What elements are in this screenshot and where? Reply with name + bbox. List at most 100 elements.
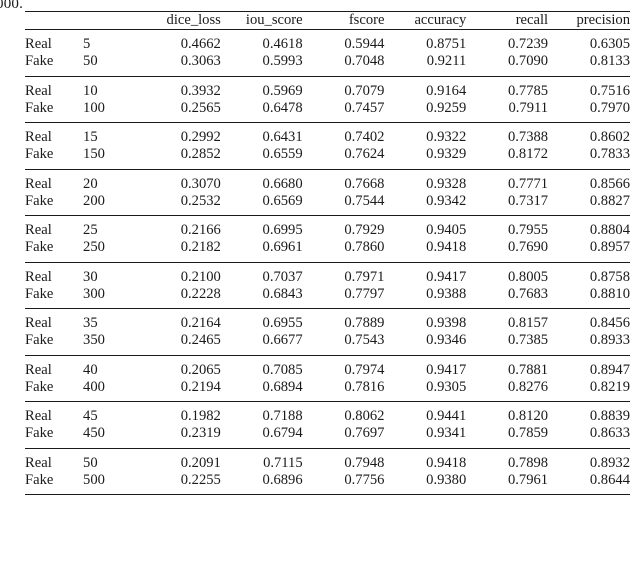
cell-recall: 0.7388	[466, 122, 549, 146]
cell-fscore: 0.7971	[302, 261, 385, 286]
cell-iou-score: 0.7188	[220, 401, 303, 425]
cell-dice-loss: 0.3070	[139, 168, 221, 193]
row-epoch-value: 200	[83, 192, 105, 209]
row-epoch-value: 400	[83, 378, 105, 395]
bottom-rule-cell	[25, 494, 84, 495]
cell-iou-score: 0.4618	[220, 29, 303, 53]
header-spacer-cell	[25, 11, 84, 30]
table-row: Real 50 0.2091 0.7115 0.7948 0.9418 0.7898 0.89…	[25, 447, 630, 472]
cell-fscore: 0.8062	[302, 401, 385, 425]
cell-recall: 0.8120	[466, 401, 549, 425]
row-epoch-value: 50	[83, 53, 98, 69]
table-row: Real 20 0.3070 0.6680 0.7668 0.9328 0.7771 0.85…	[25, 168, 630, 193]
row-epoch-value: 20	[83, 168, 140, 193]
bottom-rule-cell	[83, 494, 140, 495]
cell-iou-score: 0.6431	[220, 122, 303, 146]
column-header-fscore: fscore	[302, 11, 385, 30]
cell-iou-score: 0.6569	[262, 192, 303, 209]
row-epoch-value: 50	[83, 447, 140, 472]
cell-accuracy: 0.8751	[384, 29, 467, 53]
table-row: Fake 50 0.3063 0.5993 0.7048 0.9211 0.7090 0.81…	[25, 53, 630, 76]
bottom-rule-cell	[548, 494, 630, 495]
cell-accuracy: 0.9342	[426, 192, 467, 209]
row-epoch-value: 10	[83, 75, 140, 100]
cell-dice-loss: 0.2465	[180, 332, 221, 348]
cell-recall: 0.7881	[466, 354, 549, 379]
cell-precision: 0.8758	[548, 261, 630, 286]
cell-accuracy: 0.9322	[384, 122, 467, 146]
cell-iou-score: 0.6478	[262, 99, 303, 116]
cell-iou-score: 0.6961	[262, 239, 303, 255]
cell-dice-loss: 0.2194	[180, 378, 221, 395]
row-kind-label: Fake	[25, 285, 54, 302]
table-row: Fake 500 0.2255 0.6896 0.7756 0.9380 0.7961 0.8…	[25, 472, 630, 495]
cell-fscore: 0.7697	[344, 425, 385, 441]
cell-fscore: 0.7544	[344, 192, 385, 209]
cell-recall: 0.7898	[466, 447, 549, 472]
cell-dice-loss: 0.3932	[139, 75, 221, 100]
row-epoch-value: 300	[83, 285, 105, 302]
cell-recall: 0.7955	[466, 215, 549, 239]
cell-dice-loss: 0.2100	[139, 261, 221, 286]
cell-fscore: 0.7816	[344, 378, 385, 395]
bottom-rule-cell	[302, 494, 385, 495]
row-epoch-value: 150	[83, 146, 105, 162]
cell-iou-score: 0.6843	[262, 285, 303, 302]
cell-recall: 0.7859	[507, 425, 549, 441]
table-row: Fake 400 0.2194 0.6894 0.7816 0.9305 0.8276 0.8…	[25, 379, 630, 402]
cell-recall: 0.7911	[508, 99, 549, 116]
cell-recall: 0.8157	[466, 308, 549, 332]
cell-accuracy: 0.9441	[384, 401, 467, 425]
column-header-iou-score: iou_score	[220, 11, 303, 30]
cell-precision: 0.8933	[589, 332, 630, 348]
cell-recall: 0.7385	[507, 332, 549, 348]
cell-accuracy: 0.9417	[384, 261, 467, 286]
cell-fscore: 0.7402	[302, 122, 385, 146]
table-row: Real 30 0.2100 0.7037 0.7971 0.9417 0.8005 0.87…	[25, 261, 630, 286]
cell-precision: 0.8932	[548, 447, 630, 472]
column-header-accuracy: accuracy	[384, 11, 467, 30]
row-epoch-value: 35	[83, 308, 140, 332]
cell-precision: 0.8839	[548, 401, 630, 425]
cell-fscore: 0.7048	[344, 53, 385, 69]
cell-precision: 0.8957	[589, 239, 630, 255]
column-header-precision: precision	[548, 11, 630, 30]
cell-dice-loss: 0.2228	[180, 285, 221, 302]
cell-precision: 0.8644	[589, 471, 630, 488]
cell-precision: 0.8602	[548, 122, 630, 146]
cell-precision: 0.8133	[589, 53, 630, 69]
cell-iou-score: 0.7115	[220, 447, 303, 472]
cell-accuracy: 0.9328	[384, 168, 467, 193]
cell-dice-loss: 0.2992	[139, 122, 221, 146]
cell-precision: 0.8566	[548, 168, 630, 193]
cell-fscore: 0.7756	[344, 471, 385, 488]
cell-iou-score: 0.6896	[262, 471, 303, 488]
table-row: Fake 100 0.2565 0.6478 0.7457 0.9259 0.7911 0.7…	[25, 100, 630, 123]
bottom-rule-cell	[384, 494, 467, 495]
table-bottom-rule	[25, 494, 630, 495]
cell-fscore: 0.7929	[302, 215, 385, 239]
cell-dice-loss: 0.3063	[180, 53, 221, 69]
caption-fragment: 000.	[0, 0, 24, 12]
column-header-recall: recall	[466, 11, 549, 30]
table-row: Fake 350 0.2465 0.6677 0.7543 0.9346 0.7385 0.8…	[25, 332, 630, 355]
cell-fscore: 0.7889	[302, 308, 385, 332]
cell-fscore: 0.7860	[344, 239, 385, 255]
row-kind-label: Real	[25, 261, 84, 286]
cell-iou-score: 0.6680	[220, 168, 303, 193]
cell-iou-score: 0.7085	[220, 354, 303, 379]
cell-dice-loss: 0.2255	[180, 471, 221, 488]
cell-precision: 0.8810	[589, 285, 630, 302]
cell-precision: 0.8219	[589, 378, 630, 395]
row-kind-label: Real	[25, 354, 84, 379]
cell-accuracy: 0.9341	[426, 425, 467, 441]
row-kind-label: Real	[25, 447, 84, 472]
cell-iou-score: 0.6995	[220, 215, 303, 239]
cell-iou-score: 0.6955	[220, 308, 303, 332]
cell-dice-loss: 0.2091	[139, 447, 221, 472]
row-epoch-value: 30	[83, 261, 140, 286]
cell-fscore: 0.7948	[302, 447, 385, 472]
cell-recall: 0.7317	[507, 192, 549, 209]
cell-dice-loss: 0.2852	[180, 146, 221, 162]
cell-precision: 0.8947	[548, 354, 630, 379]
